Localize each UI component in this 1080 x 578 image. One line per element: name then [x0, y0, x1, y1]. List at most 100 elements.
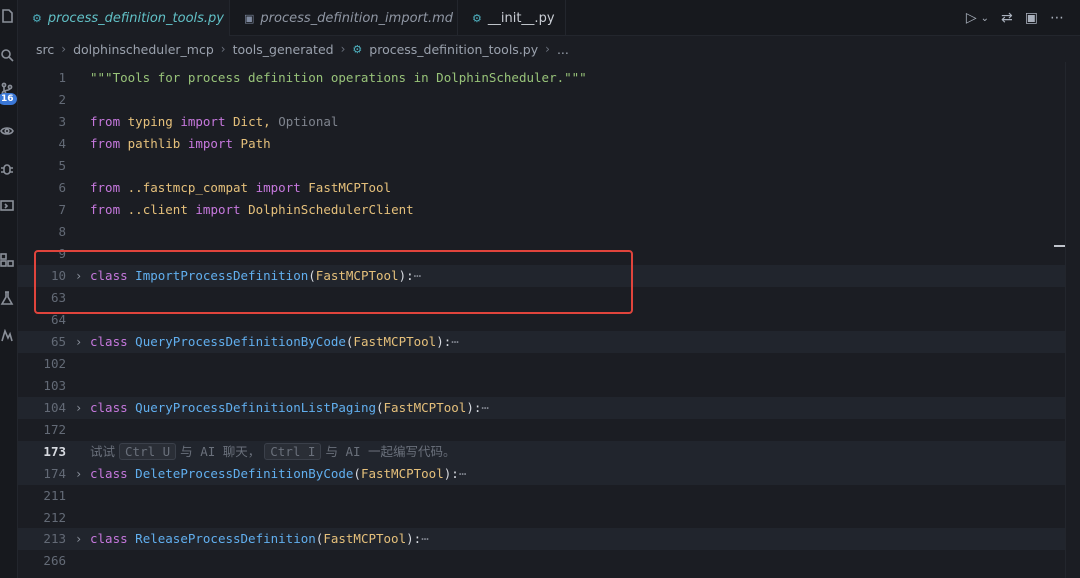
ai-hint: 试试 Ctrl U与 AI 聊天， Ctrl I与 AI 一起编写代码。 — [90, 441, 456, 463]
tab-bar: ⚙ process_definition_tools.py ▣ process_… — [18, 0, 1080, 36]
line-number: 104 — [43, 400, 66, 415]
code-line: 8 — [18, 221, 1065, 243]
chevron-right-icon: › — [340, 42, 346, 56]
keyword: from — [90, 114, 121, 129]
line-number: 4 — [58, 136, 66, 151]
module-name: ..client — [127, 202, 188, 217]
fold-chevron-icon[interactable]: › — [75, 331, 82, 353]
shortcut-key: Ctrl U — [119, 443, 177, 460]
breadcrumb-item-package[interactable]: dolphinscheduler_mcp — [73, 42, 214, 57]
breadcrumb-item-folder[interactable]: tools_generated — [233, 42, 334, 57]
code-line: 102 — [18, 353, 1065, 375]
fold-chevron-icon[interactable]: › — [75, 528, 82, 550]
import-name: Dict, — [233, 114, 271, 129]
editor-window: 16 ⚙ process_definition_tools.py ▣ proce… — [0, 0, 1080, 578]
line-number: 5 — [58, 158, 66, 173]
class-name: ReleaseProcessDefinition — [135, 531, 316, 546]
code-line-folded[interactable]: 174 › class DeleteProcessDefinitionByCod… — [18, 463, 1065, 485]
keyword: import — [187, 136, 234, 151]
folded-ellipsis[interactable]: ⋯ — [459, 466, 467, 481]
hint-text: 与 AI 一起编写代码。 — [325, 444, 456, 459]
eye-icon[interactable] — [0, 124, 14, 138]
folded-ellipsis[interactable]: ⋯ — [421, 531, 429, 546]
breadcrumb-item-src[interactable]: src — [36, 42, 54, 57]
chevron-down-icon[interactable]: ⌄ — [981, 13, 989, 24]
ai-assistant-icon[interactable] — [0, 329, 14, 343]
tab-label: process_definition_tools.py — [47, 10, 224, 26]
base-class: FastMCPTool — [323, 531, 407, 546]
code-editor[interactable]: 1 """Tools for process definition operat… — [18, 62, 1080, 578]
import-name: FastMCPTool — [308, 180, 392, 195]
keyword: import — [180, 114, 226, 129]
code-line: 4 from pathlib import Path — [18, 133, 1065, 155]
hint-text: 与 AI 聊天， — [180, 444, 261, 459]
extensions-icon[interactable] — [0, 253, 14, 267]
code-line: 211 — [18, 485, 1065, 507]
line-number: 3 — [58, 114, 66, 129]
search-icon[interactable] — [0, 48, 14, 62]
keyword: class — [90, 531, 128, 546]
tab-process-definition-tools[interactable]: ⚙ process_definition_tools.py — [18, 0, 230, 36]
line-number: 8 — [58, 224, 66, 239]
fold-chevron-icon[interactable]: › — [75, 397, 82, 419]
line-number: 212 — [43, 510, 66, 525]
vertical-scrollbar[interactable] — [1065, 62, 1080, 578]
module-name: ..fastmcp_compat — [127, 180, 249, 195]
module-name: typing — [127, 114, 173, 129]
keyword: import — [255, 180, 301, 195]
base-class: FastMCPTool — [360, 466, 444, 481]
folded-ellipsis[interactable]: ⋯ — [451, 334, 459, 349]
tab-process-definition-import[interactable]: ▣ process_definition_import.md — [230, 0, 458, 36]
keyword: from — [90, 180, 121, 195]
code-line-folded[interactable]: 104 › class QueryProcessDefinitionListPa… — [18, 397, 1065, 419]
module-name: pathlib — [127, 136, 181, 151]
chevron-right-icon: › — [545, 42, 550, 56]
code-line-folded[interactable]: 213 › class ReleaseProcessDefinition(Fas… — [18, 528, 1065, 550]
hint-text: 试试 — [90, 444, 116, 459]
keyword: class — [90, 466, 128, 481]
debug-icon[interactable] — [0, 162, 14, 176]
shortcut-key: Ctrl I — [264, 443, 322, 460]
line-number: 211 — [43, 488, 66, 503]
keyword: from — [90, 136, 121, 151]
line-number: 103 — [43, 378, 66, 393]
remote-explorer-icon[interactable] — [0, 199, 14, 213]
fold-chevron-icon[interactable]: › — [75, 463, 82, 485]
explorer-icon[interactable] — [0, 9, 14, 23]
import-name: Path — [240, 136, 271, 151]
docstring: """Tools for process definition operatio… — [90, 70, 587, 85]
folded-ellipsis[interactable]: ⋯ — [481, 400, 489, 415]
code-line: 3 from typing import Dict, Optional — [18, 111, 1065, 133]
line-number: 213 — [43, 531, 66, 546]
run-icon[interactable]: ▷ — [966, 10, 977, 26]
editor-actions: ▷ ⌄ ⇄ ▣ ⋯ — [966, 0, 1064, 36]
code-line: 1 """Tools for process definition operat… — [18, 67, 1065, 89]
markdown-icon: ▣ — [244, 11, 255, 25]
class-name: DeleteProcessDefinitionByCode — [135, 466, 354, 481]
tab-label: __init__.py — [487, 10, 555, 26]
line-number: 172 — [43, 422, 66, 437]
activity-bar: 16 — [0, 0, 18, 578]
code-line-current[interactable]: 173 试试 Ctrl U与 AI 聊天， Ctrl I与 AI 一起编写代码。 — [18, 441, 1065, 463]
keyword: import — [195, 202, 241, 217]
chevron-right-icon: › — [61, 42, 67, 56]
chevron-right-icon: › — [220, 42, 226, 56]
testing-icon[interactable] — [0, 291, 14, 305]
breadcrumb-item-file[interactable]: process_definition_tools.py — [369, 42, 538, 57]
source-control-badge: 16 — [0, 93, 17, 105]
compare-changes-icon[interactable]: ⇄ — [1001, 10, 1013, 26]
code-line: 6 from ..fastmcp_compat import FastMCPTo… — [18, 177, 1065, 199]
breadcrumb-item-symbol[interactable]: ... — [557, 42, 569, 57]
unused-import-name: Optional — [278, 114, 339, 129]
code-line: 212 — [18, 507, 1065, 529]
more-actions-icon[interactable]: ⋯ — [1050, 10, 1064, 26]
line-number: 102 — [43, 356, 66, 371]
base-class: FastMCPTool — [383, 400, 467, 415]
split-editor-icon[interactable]: ▣ — [1025, 10, 1038, 26]
code-line: 2 — [18, 89, 1065, 111]
code-line-folded[interactable]: 65 › class QueryProcessDefinitionByCode(… — [18, 331, 1065, 353]
line-number: 266 — [43, 553, 66, 568]
tab-label: process_definition_import.md — [260, 10, 454, 26]
tab-init[interactable]: ⚙ __init__.py — [458, 0, 566, 36]
keyword: from — [90, 202, 121, 217]
